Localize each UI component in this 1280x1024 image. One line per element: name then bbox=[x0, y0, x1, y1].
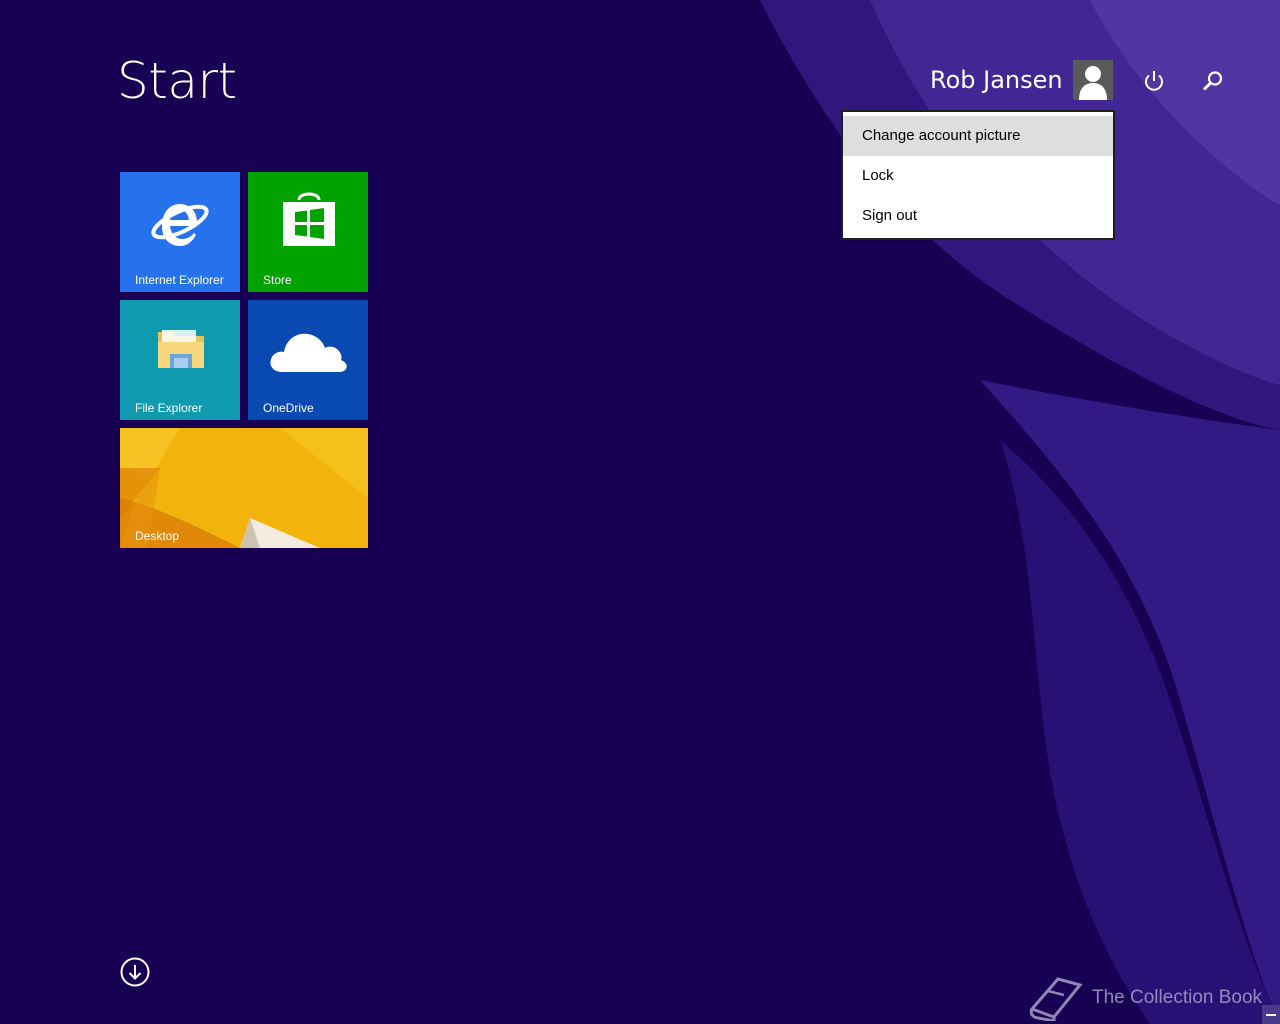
search-icon bbox=[1202, 71, 1223, 91]
avatar bbox=[1072, 60, 1113, 100]
start-screen: Start Internet Explorer Store File Explo… bbox=[0, 0, 1280, 1024]
user-silhouette-icon bbox=[1078, 66, 1107, 100]
tile-label: Desktop bbox=[135, 529, 180, 543]
tile-label: Store bbox=[263, 273, 292, 287]
tile-file-explorer[interactable]: File Explorer bbox=[120, 300, 240, 420]
tile-label: File Explorer bbox=[135, 401, 203, 415]
user-name: Rob Jansen bbox=[930, 66, 1063, 94]
store-icon bbox=[283, 192, 335, 246]
tile-label: OneDrive bbox=[263, 401, 314, 415]
tile-store[interactable]: Store bbox=[248, 172, 368, 292]
menu-item-sign-out[interactable]: Sign out bbox=[843, 196, 1113, 236]
book-icon bbox=[1029, 977, 1083, 1021]
folder-icon bbox=[158, 330, 204, 368]
tile-onedrive[interactable]: OneDrive bbox=[248, 300, 368, 420]
tile-desktop[interactable]: Desktop bbox=[120, 428, 368, 548]
watermark-text: The Collection Book bbox=[1092, 987, 1263, 1008]
tile-label: Internet Explorer bbox=[135, 273, 224, 287]
tile-internet-explorer[interactable]: Internet Explorer bbox=[120, 172, 240, 292]
cloud-icon bbox=[270, 333, 347, 372]
menu-item-lock[interactable]: Lock bbox=[843, 156, 1113, 196]
internet-explorer-icon bbox=[151, 204, 209, 246]
corner-indicator bbox=[1262, 1005, 1280, 1024]
watermark: The Collection Book bbox=[1028, 975, 1262, 1021]
account-menu: Change account picture Lock Sign out bbox=[841, 110, 1115, 240]
power-button[interactable] bbox=[1138, 65, 1170, 97]
search-button[interactable] bbox=[1197, 65, 1229, 97]
user-account-button[interactable]: Rob Jansen bbox=[930, 60, 1113, 100]
power-icon bbox=[1145, 71, 1163, 91]
page-title: Start bbox=[117, 52, 237, 110]
down-arrow-circle-icon[interactable] bbox=[120, 957, 150, 987]
menu-item-change-account-picture[interactable]: Change account picture bbox=[843, 116, 1113, 156]
